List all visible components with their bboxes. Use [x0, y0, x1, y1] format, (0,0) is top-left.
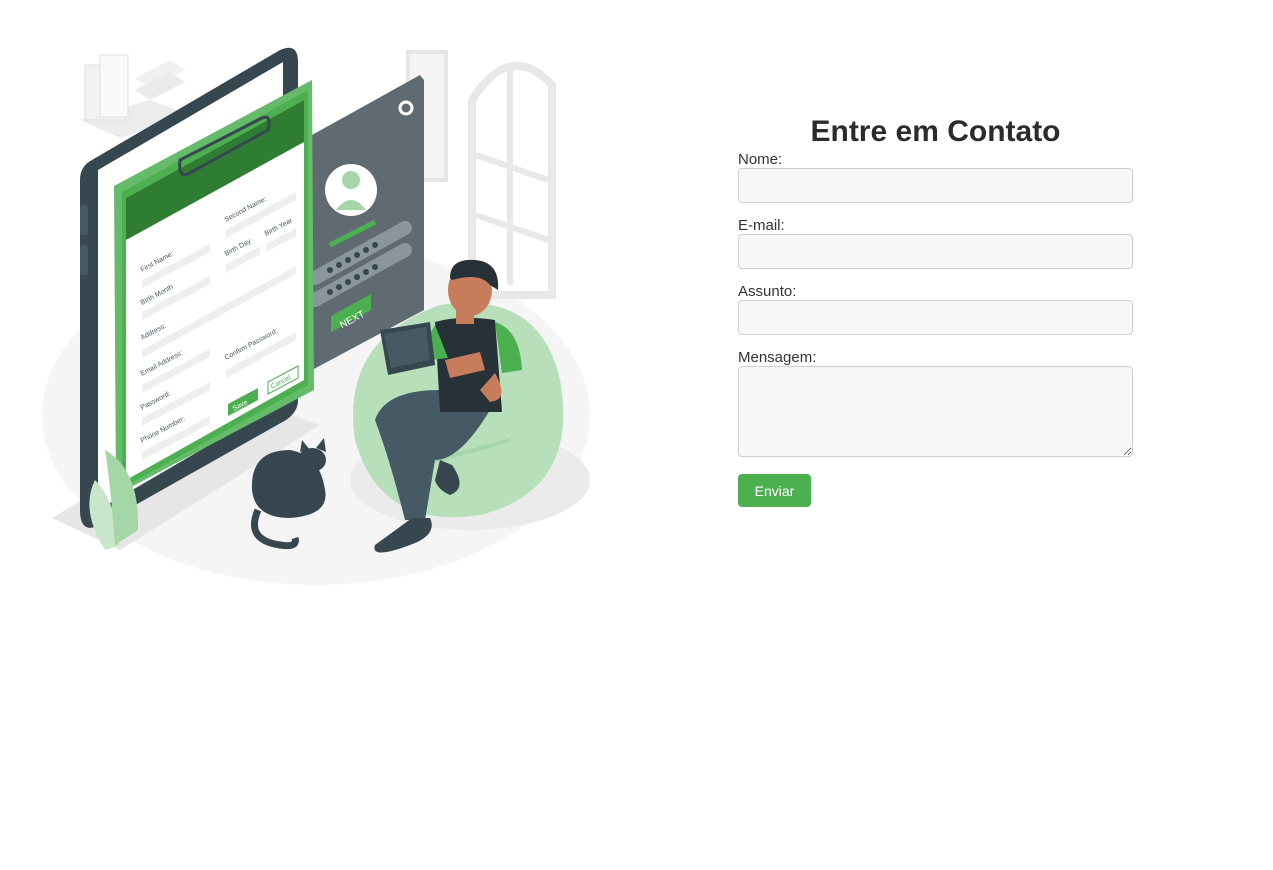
name-input[interactable]: [738, 168, 1133, 203]
window-icon: [406, 50, 556, 299]
subject-input[interactable]: [738, 300, 1133, 335]
subject-field-group: Assunto:: [738, 284, 1133, 335]
page-title: Entre em Contato: [810, 115, 1061, 148]
email-label: E-mail:: [738, 217, 785, 234]
subject-label: Assunto:: [738, 283, 797, 300]
name-label: Nome:: [738, 151, 783, 168]
message-label: Mensagem:: [738, 349, 817, 366]
name-field-group: Nome:: [738, 152, 1133, 203]
contact-illustration: NEXT FORM First Name: Second Name: Birth…: [40, 40, 600, 590]
email-field-group: E-mail:: [738, 218, 1133, 269]
submit-button[interactable]: Enviar: [738, 474, 811, 507]
email-input[interactable]: [738, 234, 1133, 269]
contact-form: Entre em Contato Nome: E-mail: Assunto: …: [738, 112, 1133, 507]
message-textarea[interactable]: [738, 366, 1133, 457]
message-field-group: Mensagem:: [738, 350, 1133, 457]
